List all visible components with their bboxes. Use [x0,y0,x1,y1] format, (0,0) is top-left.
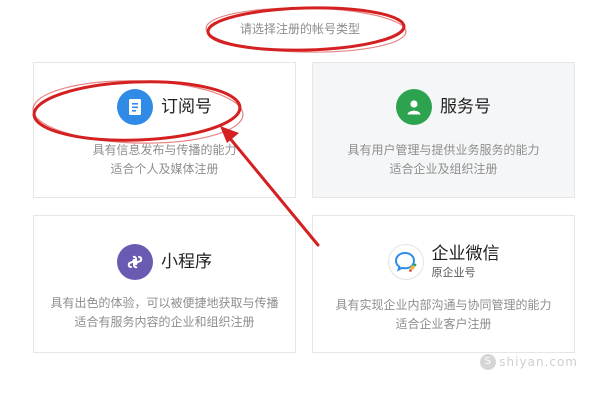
card-description-line: 具有实现企业内部沟通与协同管理的能力 [335,298,552,312]
card-description-line: 具有用户管理与提供业务服务的能力 [347,143,540,157]
card-description-line: 适合企业客户注册 [395,317,492,331]
card-description-line: 适合有服务内容的企业和组织注册 [74,315,255,329]
card-title: 订阅号 [161,97,212,117]
document-icon [117,89,153,125]
page-title: 请选择注册的帐号类型 [239,22,360,36]
card-description-line: 具有出色的体验，可以被便捷地获取与传播 [50,296,279,310]
card-description-line: 适合企业及组织注册 [389,162,498,176]
watermark-text: shiyan.com [499,355,578,369]
card-description-line: 适合个人及媒体注册 [110,162,219,176]
card-title: 小程序 [161,252,212,272]
card-service-account[interactable]: 服务号 具有用户管理与提供业务服务的能力 适合企业及组织注册 [312,62,575,198]
card-subscription-account[interactable]: 订阅号 具有信息发布与传播的能力 适合个人及媒体注册 [33,62,296,198]
watermark: S shiyan.com [480,354,578,370]
mini-program-icon [117,244,153,280]
user-icon [396,89,432,125]
card-title: 企业微信 [431,244,500,264]
card-wecom[interactable]: 企业微信 原企业号 具有实现企业内部沟通与协同管理的能力 适合企业客户注册 [312,215,575,353]
card-title: 服务号 [440,97,491,117]
wecom-icon [387,244,424,280]
card-mini-program[interactable]: 小程序 具有出色的体验，可以被便捷地获取与传播 适合有服务内容的企业和组织注册 [33,215,296,353]
card-description-line: 具有信息发布与传播的能力 [92,143,237,157]
card-subtitle: 原企业号 [431,266,476,279]
watermark-logo-icon: S [480,354,497,370]
